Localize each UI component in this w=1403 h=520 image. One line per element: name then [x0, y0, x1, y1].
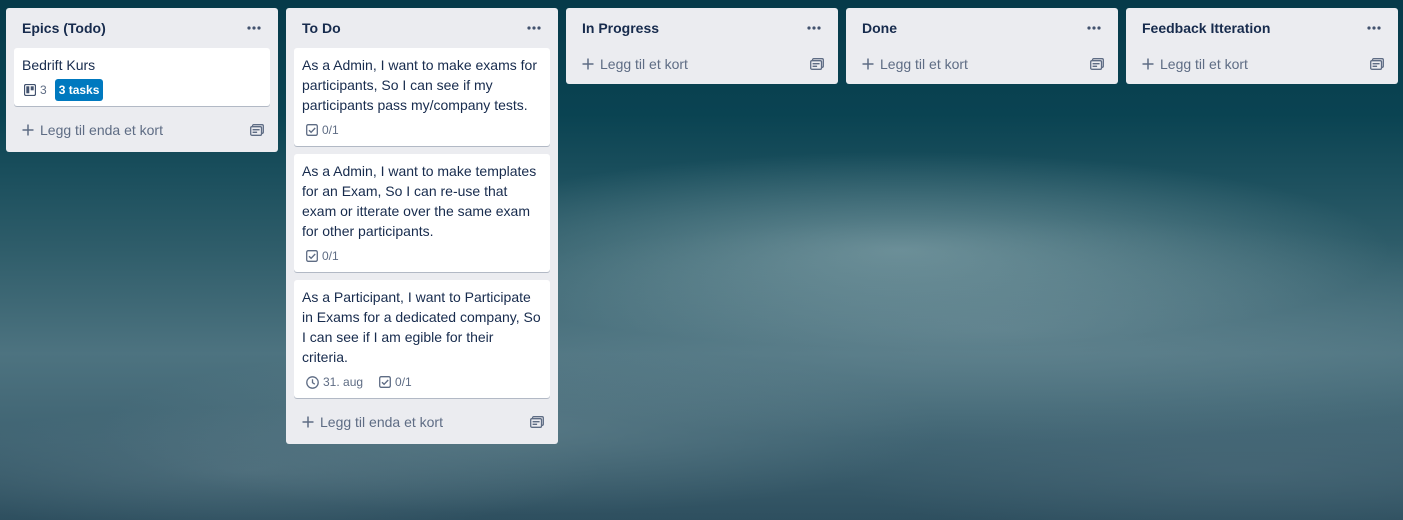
add-card-label: Legg til enda et kort	[40, 122, 163, 138]
due-date: 31. aug	[323, 375, 364, 389]
card-template-icon[interactable]	[810, 58, 824, 70]
checklist-count: 0/1	[395, 375, 412, 389]
list-title[interactable]: Feedback Itteration	[1142, 20, 1270, 36]
card-template-icon[interactable]	[530, 416, 544, 428]
list-header: Epics (Todo)	[14, 8, 270, 48]
clock-icon	[306, 375, 319, 389]
add-card-button[interactable]: Legg til et kort	[854, 48, 1110, 80]
card-template-icon[interactable]	[1090, 58, 1104, 70]
checklist-count: 0/1	[322, 123, 339, 137]
list-done: Done Legg til et kort	[846, 8, 1118, 84]
plus-icon	[862, 58, 874, 70]
list-header: Done	[854, 8, 1110, 48]
add-card: Legg til enda et kort	[302, 414, 443, 430]
card-template-icon[interactable]	[1370, 58, 1384, 70]
list-menu-button[interactable]	[242, 16, 266, 40]
plus-icon	[22, 124, 34, 136]
checklist-badge: 0/1	[379, 375, 412, 389]
board-count-badge: 3	[24, 83, 47, 97]
checklist-badge: 0/1	[306, 123, 339, 137]
checklist-icon	[306, 250, 318, 262]
list-header: To Do	[294, 8, 550, 48]
add-card: Legg til et kort	[1142, 56, 1248, 72]
list-menu-button[interactable]	[522, 16, 546, 40]
list-header: Feedback Itteration	[1134, 8, 1390, 48]
ellipsis-icon	[527, 26, 541, 30]
card[interactable]: As a Admin, I want to make exams for par…	[294, 48, 550, 146]
add-card-label: Legg til enda et kort	[320, 414, 443, 430]
add-card-label: Legg til et kort	[880, 56, 968, 72]
board-count: 3	[40, 83, 47, 97]
plus-icon	[1142, 58, 1154, 70]
add-card-button[interactable]: Legg til et kort	[1134, 48, 1390, 80]
add-card-label: Legg til et kort	[600, 56, 688, 72]
add-card: Legg til et kort	[862, 56, 968, 72]
card-template-icon[interactable]	[250, 124, 264, 136]
ellipsis-icon	[1367, 26, 1381, 30]
checklist-badge: 0/1	[306, 249, 339, 263]
ellipsis-icon	[1087, 26, 1101, 30]
card-badges: 0/1	[302, 119, 542, 141]
list-epics-todo: Epics (Todo) Bedrift Kurs 3 3 tasks Legg…	[6, 8, 278, 152]
card-title: As a Admin, I want to make exams for par…	[302, 57, 537, 113]
card[interactable]: As a Admin, I want to make templates for…	[294, 154, 550, 272]
plus-icon	[582, 58, 594, 70]
card[interactable]: As a Participant, I want to Participate …	[294, 280, 550, 398]
card-label: 3 tasks	[54, 79, 104, 101]
add-card-button[interactable]: Legg til enda et kort	[14, 114, 270, 146]
card-title: As a Participant, I want to Participate …	[302, 289, 541, 365]
list-menu-button[interactable]	[802, 16, 826, 40]
list-title[interactable]: Done	[862, 20, 897, 36]
list-menu-button[interactable]	[1082, 16, 1106, 40]
board: Epics (Todo) Bedrift Kurs 3 3 tasks Legg…	[6, 8, 1398, 444]
ellipsis-icon	[807, 26, 821, 30]
due-date-badge: 31. aug	[306, 375, 363, 389]
add-card-button[interactable]: Legg til enda et kort	[294, 406, 550, 438]
add-card-label: Legg til et kort	[1160, 56, 1248, 72]
checklist-icon	[379, 376, 391, 388]
checklist-icon	[306, 124, 318, 136]
plus-icon	[302, 416, 314, 428]
checklist-count: 0/1	[322, 249, 339, 263]
card-title: As a Admin, I want to make templates for…	[302, 163, 537, 239]
add-card: Legg til et kort	[582, 56, 688, 72]
card-badges: 0/1	[302, 245, 542, 267]
card-badges: 31. aug 0/1	[302, 371, 542, 393]
board-icon	[24, 84, 36, 96]
list-title[interactable]: To Do	[302, 20, 341, 36]
ellipsis-icon	[247, 26, 261, 30]
add-card-button[interactable]: Legg til et kort	[574, 48, 830, 80]
list-header: In Progress	[574, 8, 830, 48]
list-title[interactable]: In Progress	[582, 20, 659, 36]
card[interactable]: Bedrift Kurs 3 3 tasks	[14, 48, 270, 106]
add-card: Legg til enda et kort	[22, 122, 163, 138]
list-feedback-itteration: Feedback Itteration Legg til et kort	[1126, 8, 1398, 84]
list-in-progress: In Progress Legg til et kort	[566, 8, 838, 84]
list-to-do: To Do As a Admin, I want to make exams f…	[286, 8, 558, 444]
card-title: Bedrift Kurs	[22, 57, 96, 73]
list-menu-button[interactable]	[1362, 16, 1386, 40]
list-title[interactable]: Epics (Todo)	[22, 20, 106, 36]
card-badges: 3 3 tasks	[22, 79, 262, 101]
